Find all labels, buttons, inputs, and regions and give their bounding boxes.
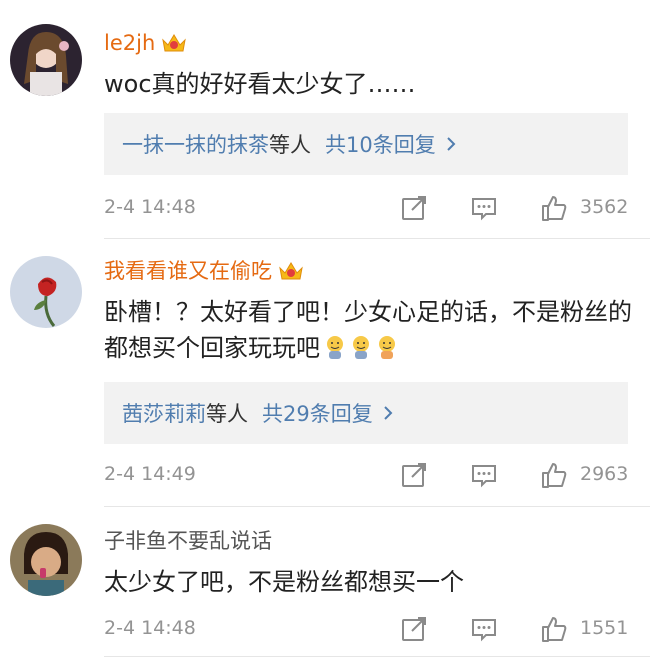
sweat-smile-emoji (353, 336, 369, 359)
thumbs-up-icon[interactable] (540, 615, 568, 643)
username[interactable]: 我看看谁又在偷吃 (104, 258, 304, 284)
avatar[interactable] (10, 24, 82, 96)
comment-meta: 2-4 14:48 1551 (0, 615, 650, 645)
username[interactable]: le2jh (104, 30, 187, 56)
sweat-smile-emoji (327, 336, 343, 359)
share-icon[interactable] (400, 461, 428, 489)
timestamp: 2-4 14:48 (104, 196, 196, 218)
like-count: 2963 (580, 463, 629, 485)
crown-icon (279, 262, 303, 280)
timestamp: 2-4 14:48 (104, 617, 196, 639)
reply-user[interactable]: 茜莎莉莉 (122, 398, 206, 428)
comment-icon[interactable] (470, 194, 498, 222)
divider (104, 656, 650, 657)
comment-text: 卧槽！？太好看了吧！少女心足的话，不是粉丝的都想买个回家玩玩吧 (104, 294, 634, 366)
share-icon[interactable] (400, 615, 428, 643)
comment-meta: 2-4 14:49 2963 (0, 461, 650, 491)
replies-preview[interactable]: 茜莎莉莉 等人 共29条回复 (104, 382, 628, 444)
reply-user[interactable]: 一抹一抹的抹茶 (122, 129, 269, 159)
like-count: 3562 (580, 196, 629, 218)
divider (104, 238, 650, 239)
share-icon[interactable] (400, 194, 428, 222)
comment-icon[interactable] (470, 615, 498, 643)
avatar[interactable] (10, 256, 82, 328)
username-text[interactable]: le2jh (104, 30, 155, 56)
thumbs-up-icon[interactable] (540, 461, 568, 489)
replies-preview[interactable]: 一抹一抹的抹茶 等人 共10条回复 (104, 113, 628, 175)
username-text[interactable]: 子非鱼不要乱说话 (104, 528, 272, 554)
crown-icon (162, 34, 187, 52)
reply-count[interactable]: 共29条回复 (262, 398, 373, 428)
comment-meta: 2-4 14:48 3562 (0, 194, 650, 224)
timestamp: 2-4 14:49 (104, 463, 196, 485)
reply-count[interactable]: 共10条回复 (325, 129, 436, 159)
comment-text: woc真的好好看太少女了…… (104, 70, 416, 98)
thumbs-up-icon[interactable] (540, 194, 568, 222)
like-count: 1551 (580, 617, 629, 639)
chevron-right-icon (447, 137, 456, 151)
chevron-right-icon (384, 406, 393, 420)
username[interactable]: 子非鱼不要乱说话 (104, 528, 272, 554)
divider (104, 506, 650, 507)
reply-suffix: 等人 (206, 402, 248, 426)
comment-icon[interactable] (470, 461, 498, 489)
sweat-smile-emoji (379, 336, 395, 359)
comment-text: 太少女了吧，不是粉丝都想买一个 (104, 568, 464, 596)
username-text[interactable]: 我看看谁又在偷吃 (104, 258, 272, 284)
avatar[interactable] (10, 524, 82, 596)
reply-suffix: 等人 (269, 133, 311, 157)
